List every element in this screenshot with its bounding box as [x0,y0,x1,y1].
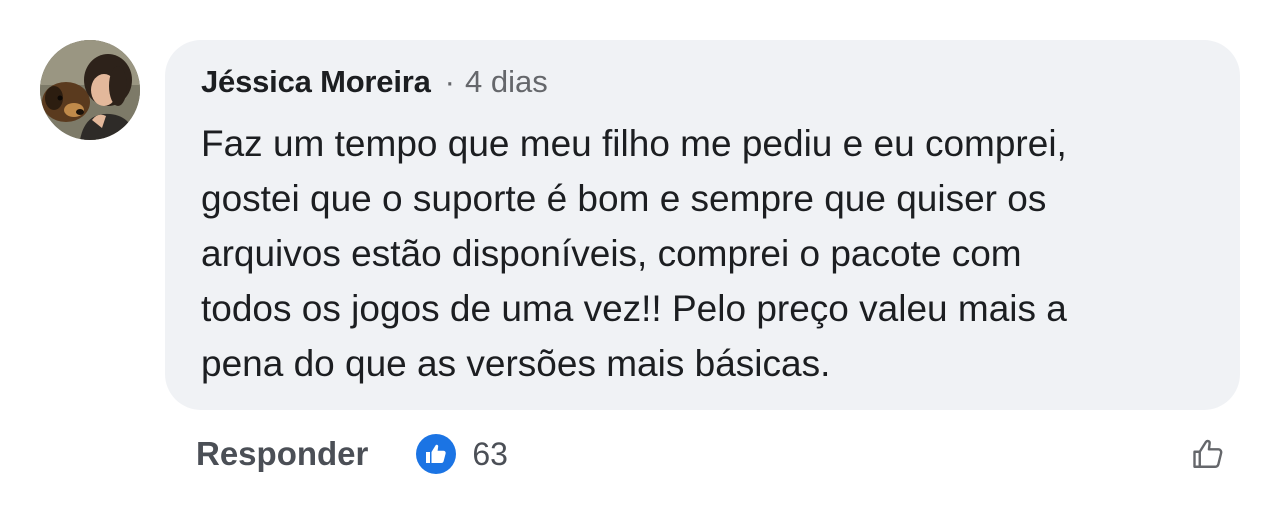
timestamp[interactable]: 4 dias [465,64,548,100]
comment-text-line: arquivos estão disponíveis, comprei o pa… [201,233,1022,274]
comment-actions: Responder 63 [196,432,508,476]
thumbs-up-outline-icon[interactable] [1188,434,1228,474]
avatar[interactable] [40,40,140,140]
reply-button[interactable]: Responder [196,435,368,473]
comment-header: Jéssica Moreira · 4 dias [201,62,548,102]
author-name[interactable]: Jéssica Moreira [201,64,431,100]
avatar-photo [40,40,140,140]
thumbs-up-icon[interactable] [416,434,457,474]
comment-text-line: pena do que as versões mais básicas. [201,343,831,384]
comment-bubble: Jéssica Moreira · 4 dias Faz um tempo qu… [165,40,1240,410]
comment: Jéssica Moreira · 4 dias Faz um tempo qu… [0,0,1280,525]
comment-text-line: Faz um tempo que meu filho me pediu e eu… [201,123,1067,164]
comment-text-line: todos os jogos de uma vez!! Pelo preço v… [201,288,1067,329]
comment-text-line: gostei que o suporte é bom e sempre que … [201,178,1047,219]
separator-dot: · [444,64,455,99]
reaction-count[interactable]: 63 [472,436,508,473]
comment-text: Faz um tempo que meu filho me pediu e eu… [201,116,1211,391]
